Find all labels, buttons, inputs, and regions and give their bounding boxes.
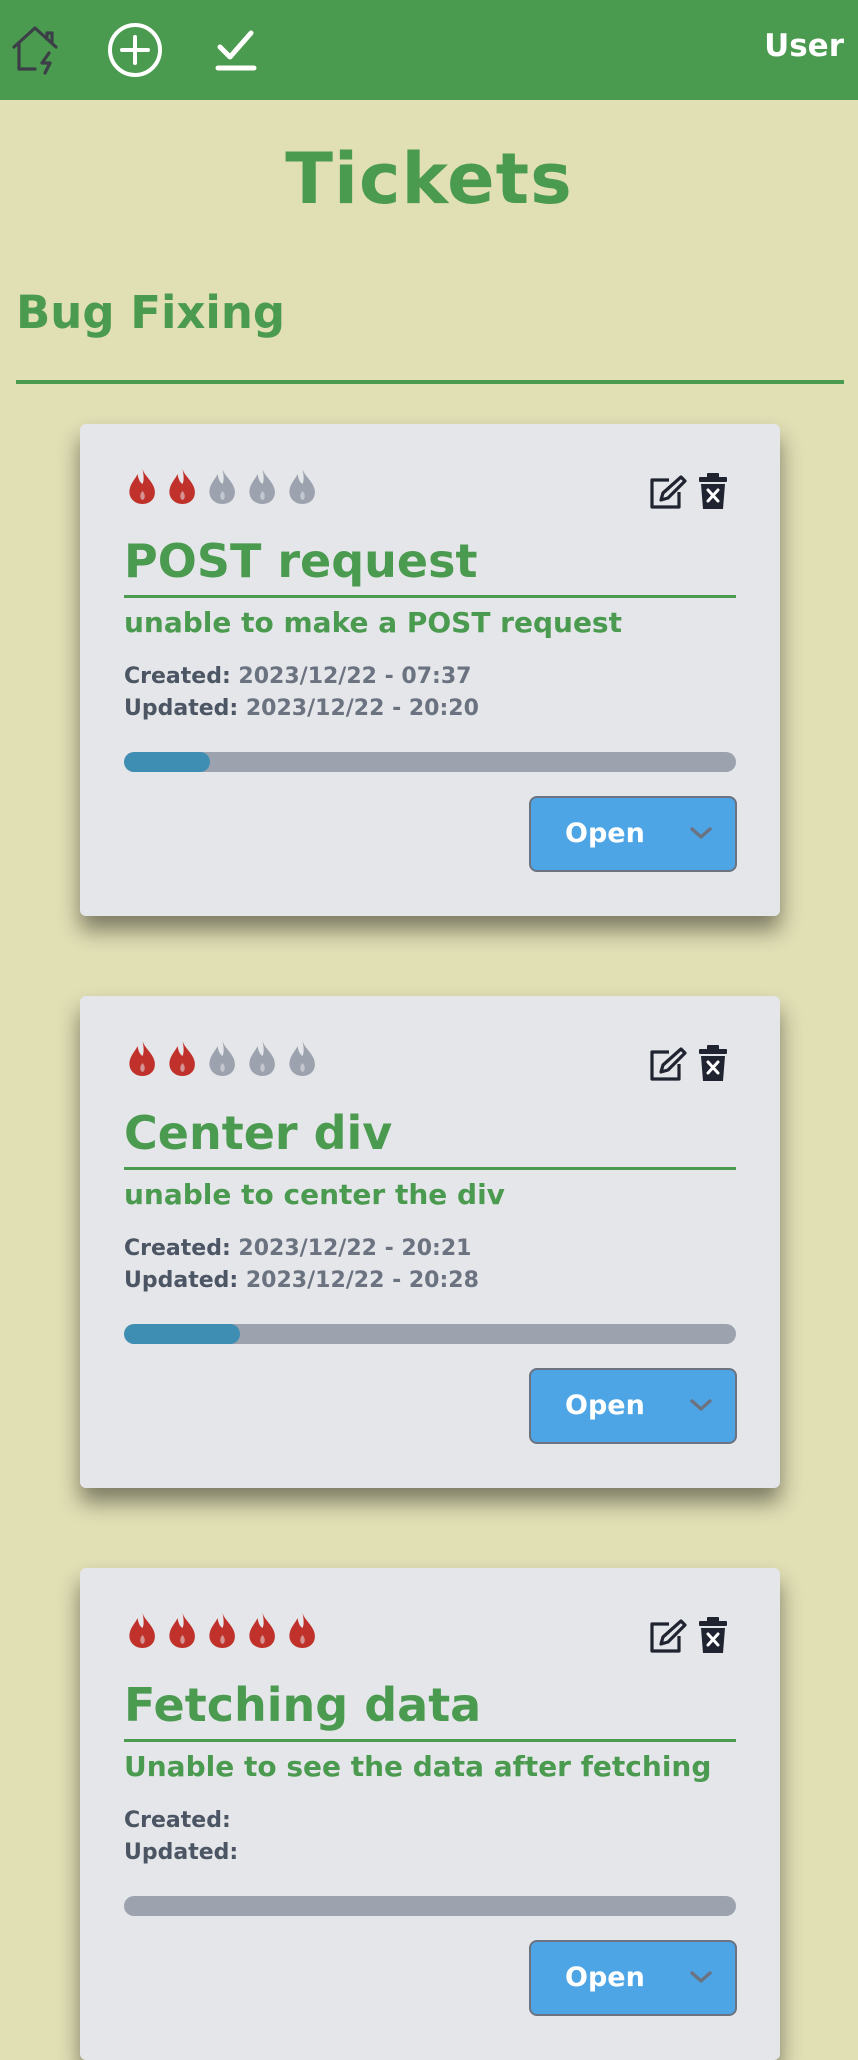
created-date: Created: 2023/12/22 - 20:21 xyxy=(124,1236,471,1261)
progress-bar xyxy=(124,752,736,772)
edit-icon[interactable] xyxy=(647,1618,687,1654)
check-icon[interactable] xyxy=(208,22,264,78)
updated-date: Updated: 2023/12/22 - 20:28 xyxy=(124,1268,479,1293)
flame-active-icon xyxy=(169,469,195,504)
priority-rating xyxy=(124,466,321,506)
add-circle-icon[interactable] xyxy=(107,22,163,78)
ticket-title[interactable]: Fetching data xyxy=(124,1678,481,1732)
flame-inactive-icon xyxy=(249,469,275,504)
updated-value: 2023/12/22 - 20:20 xyxy=(245,696,479,721)
flame-active-icon xyxy=(169,1613,195,1648)
title-divider xyxy=(124,1167,736,1170)
updated-label: Updated: xyxy=(124,1268,239,1293)
ticket-card[interactable]: Center div unable to center the div Crea… xyxy=(80,996,780,1488)
title-divider xyxy=(124,595,736,598)
flame-inactive-icon xyxy=(209,469,235,504)
flame-active-icon xyxy=(209,1613,235,1648)
home-bolt-icon[interactable] xyxy=(8,22,64,78)
user-menu-link[interactable]: User xyxy=(764,28,844,64)
created-date: Created: 2023/12/22 - 07:37 xyxy=(124,664,471,689)
flame-inactive-icon xyxy=(289,469,315,504)
created-label: Created: xyxy=(124,1236,231,1261)
progress-bar xyxy=(124,1896,736,1916)
priority-rating xyxy=(124,1038,321,1078)
status-dropdown[interactable]: Open xyxy=(529,1368,737,1444)
flame-active-icon xyxy=(289,1613,315,1648)
section-title: Bug Fixing xyxy=(16,286,286,339)
title-divider xyxy=(124,1739,736,1742)
updated-date: Updated: xyxy=(124,1840,238,1865)
created-value: 2023/12/22 - 07:37 xyxy=(238,664,472,689)
created-value: 2023/12/22 - 20:21 xyxy=(238,1236,472,1261)
progress-fill xyxy=(124,1324,241,1344)
section-divider xyxy=(16,380,844,384)
status-dropdown[interactable]: Open xyxy=(529,1940,737,2016)
updated-label: Updated: xyxy=(124,696,239,721)
page-title: Tickets xyxy=(285,138,573,220)
flame-active-icon xyxy=(129,1613,155,1648)
progress-bar xyxy=(124,1324,736,1344)
edit-icon[interactable] xyxy=(647,1046,687,1082)
delete-icon[interactable] xyxy=(698,1616,728,1654)
chevron-down-icon xyxy=(690,1971,712,1983)
ticket-description: Unable to see the data after fetching xyxy=(124,1750,712,1783)
progress-fill xyxy=(124,752,210,772)
flame-inactive-icon xyxy=(289,1041,315,1076)
updated-date: Updated: 2023/12/22 - 20:20 xyxy=(124,696,479,721)
chevron-down-icon xyxy=(690,1399,712,1411)
ticket-title[interactable]: POST request xyxy=(124,534,477,588)
created-date: Created: xyxy=(124,1808,231,1833)
flame-inactive-icon xyxy=(249,1041,275,1076)
flame-inactive-icon xyxy=(209,1041,235,1076)
status-label: Open xyxy=(565,1962,645,1993)
ticket-title[interactable]: Center div xyxy=(124,1106,392,1160)
status-label: Open xyxy=(565,1390,645,1421)
flame-active-icon xyxy=(169,1041,195,1076)
flame-active-icon xyxy=(249,1613,275,1648)
updated-label: Updated: xyxy=(124,1840,239,1865)
status-dropdown[interactable]: Open xyxy=(529,796,737,872)
priority-rating xyxy=(124,1610,321,1650)
created-label: Created: xyxy=(124,1808,231,1833)
flame-active-icon xyxy=(129,1041,155,1076)
edit-icon[interactable] xyxy=(647,474,687,510)
ticket-card[interactable]: Fetching data Unable to see the data aft… xyxy=(80,1568,780,2060)
chevron-down-icon xyxy=(690,827,712,839)
status-label: Open xyxy=(565,818,645,849)
ticket-card[interactable]: POST request unable to make a POST reque… xyxy=(80,424,780,916)
flame-active-icon xyxy=(129,469,155,504)
ticket-description: unable to make a POST request xyxy=(124,606,622,639)
top-navbar: User xyxy=(0,0,858,100)
created-label: Created: xyxy=(124,664,231,689)
ticket-description: unable to center the div xyxy=(124,1178,505,1211)
updated-value: 2023/12/22 - 20:28 xyxy=(245,1268,479,1293)
delete-icon[interactable] xyxy=(698,1044,728,1082)
delete-icon[interactable] xyxy=(698,472,728,510)
